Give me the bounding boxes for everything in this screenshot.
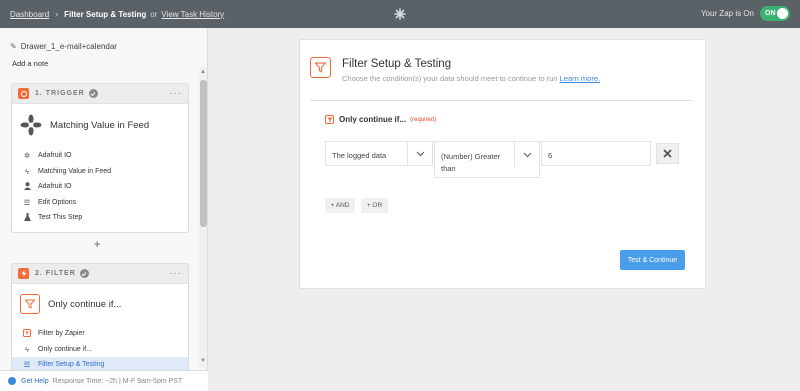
sidebar-item-label: Filter by Zapier (38, 330, 85, 338)
get-help-link[interactable]: Get Help (21, 378, 49, 385)
trigger-app-row: Matching Value in Feed (12, 104, 188, 146)
add-or-button[interactable]: + OR (361, 198, 388, 213)
value-input-text: 6 (548, 151, 553, 160)
add-and-button[interactable]: + AND (325, 198, 355, 213)
bolt-icon: ϟ (25, 166, 29, 176)
card-title: Filter Setup & Testing (342, 58, 452, 70)
trigger-sub-list: ✲ Adafruit IO ϟ Matching Value in Feed A… (12, 146, 188, 232)
response-time-text: Response Time: ~2h | M-F 9am-5pm PST (52, 377, 183, 385)
sidebar-item-only-continue[interactable]: ϟ Only continue if... (12, 342, 188, 358)
filter-funnel-icon (20, 294, 40, 314)
zap-name-text: Drawer_1_e-mail+calendar (20, 42, 117, 51)
trigger-step-header[interactable]: 1. TRIGGER ··· (12, 84, 188, 104)
filter-app-name: Only continue if... (48, 298, 122, 310)
zapier-logo-icon[interactable] (394, 8, 406, 20)
zap-on-toggle[interactable]: ON (760, 6, 790, 21)
sidebar: ✎ Drawer_1_e-mail+calendar Add a note 1.… (0, 28, 208, 373)
test-continue-button[interactable]: Test & Continue (620, 250, 685, 270)
filter-funnel-icon (310, 57, 331, 78)
add-note-link[interactable]: Add a note (12, 59, 48, 68)
adafruit-icon: ✲ (23, 151, 31, 161)
sidebar-item-adafruit-io[interactable]: ✲ Adafruit IO (12, 148, 188, 164)
scroll-up-icon[interactable]: ▲ (200, 69, 206, 75)
value-input[interactable]: 6 (541, 141, 651, 166)
required-tag: (required) (410, 116, 437, 123)
filter-sub-list: Filter by Zapier ϟ Only continue if... ☰… (12, 324, 188, 372)
add-step-plus-icon[interactable]: + (94, 239, 100, 251)
trigger-step-card[interactable]: 1. TRIGGER ··· Matching Value in Feed ✲ (11, 83, 189, 233)
filter-small-icon (325, 115, 334, 124)
flask-icon (22, 212, 32, 223)
filter-setup-card: Filter Setup & Testing Choose the condit… (299, 39, 706, 289)
field-select[interactable]: The logged data (325, 141, 433, 166)
or-text: or (150, 9, 158, 19)
sidebar-item-label: Filter Setup & Testing (38, 361, 105, 369)
condition-label: Only continue if... (required) (325, 115, 436, 124)
more-options-icon[interactable]: ··· (169, 268, 182, 279)
zap-name[interactable]: ✎ Drawer_1_e-mail+calendar (10, 42, 117, 51)
sidebar-item-label: Test This Step (38, 214, 83, 222)
check-icon (79, 269, 89, 278)
trigger-step-title: 1. TRIGGER (35, 90, 85, 97)
adafruit-logo-icon (20, 114, 42, 136)
trigger-badge-icon (18, 88, 29, 99)
list-icon: ☰ (23, 197, 31, 207)
bolt-icon: ϟ (25, 344, 29, 354)
filter-step-title: 2. FILTER (35, 270, 76, 277)
filter-icon (22, 328, 32, 339)
condition-label-text: Only continue if... (339, 115, 407, 124)
remove-condition-button[interactable] (656, 143, 679, 164)
page-title: Filter Setup & Testing (64, 9, 147, 19)
toggle-label: ON (765, 10, 776, 17)
card-subtitle-text: Choose the condition(s) your data should… (342, 74, 558, 83)
sidebar-scroll-thumb[interactable] (200, 80, 207, 227)
close-icon (663, 149, 672, 158)
sidebar-item-filter-by-zapier[interactable]: Filter by Zapier (12, 326, 188, 342)
help-bar: Get Help Response Time: ~2h | M-F 9am-5p… (0, 370, 208, 391)
sidebar-item-matching-value[interactable]: ϟ Matching Value in Feed (12, 164, 188, 180)
breadcrumb-separator: › (55, 9, 59, 19)
operator-text-line2: than (441, 164, 456, 173)
divider (310, 100, 692, 101)
filter-step-header[interactable]: 2. FILTER ··· (12, 264, 188, 284)
pencil-icon: ✎ (10, 42, 17, 51)
sidebar-item-test-step[interactable]: Test This Step (12, 210, 188, 226)
chevron-down-icon[interactable] (514, 142, 540, 167)
chevron-down-icon[interactable] (407, 142, 433, 165)
sidebar-item-label: Matching Value in Feed (38, 167, 112, 175)
sidebar-item-label: Adafruit IO (38, 152, 72, 160)
operator-select-value: (Number) Greater than (441, 151, 500, 175)
scroll-down-icon[interactable]: ▼ (200, 358, 206, 364)
help-icon (8, 377, 16, 385)
filter-step-card[interactable]: 2. FILTER ··· Only continue if... Filter… (11, 263, 189, 373)
card-subtitle: Choose the condition(s) your data should… (342, 74, 600, 83)
view-task-history-link[interactable]: View Task History (161, 10, 224, 19)
sidebar-item-label: Only continue if... (38, 345, 93, 353)
top-bar: Dashboard › Filter Setup & Testing or Vi… (0, 0, 800, 28)
sidebar-item-account[interactable]: Adafruit IO (12, 179, 188, 195)
sidebar-item-edit-options[interactable]: ☰ Edit Options (12, 195, 188, 211)
sidebar-item-label: Edit Options (38, 198, 77, 206)
operator-text-line1: (Number) Greater (441, 152, 501, 161)
zap-status-text: Your Zap is On (700, 9, 754, 18)
learn-more-link[interactable]: Learn more. (560, 74, 600, 83)
dashboard-link[interactable]: Dashboard (10, 10, 49, 19)
filter-app-row: Only continue if... (12, 284, 188, 324)
trigger-app-name: Matching Value in Feed (50, 119, 150, 131)
operator-select[interactable]: (Number) Greater than (434, 141, 540, 178)
check-icon (88, 89, 98, 98)
list-icon: ☰ (23, 360, 31, 370)
more-options-icon[interactable]: ··· (169, 88, 182, 99)
field-select-value: The logged data (332, 151, 387, 160)
filter-badge-icon (18, 268, 29, 279)
toggle-knob (777, 8, 788, 19)
user-icon (22, 181, 32, 192)
sidebar-item-label: Adafruit IO (38, 183, 72, 191)
